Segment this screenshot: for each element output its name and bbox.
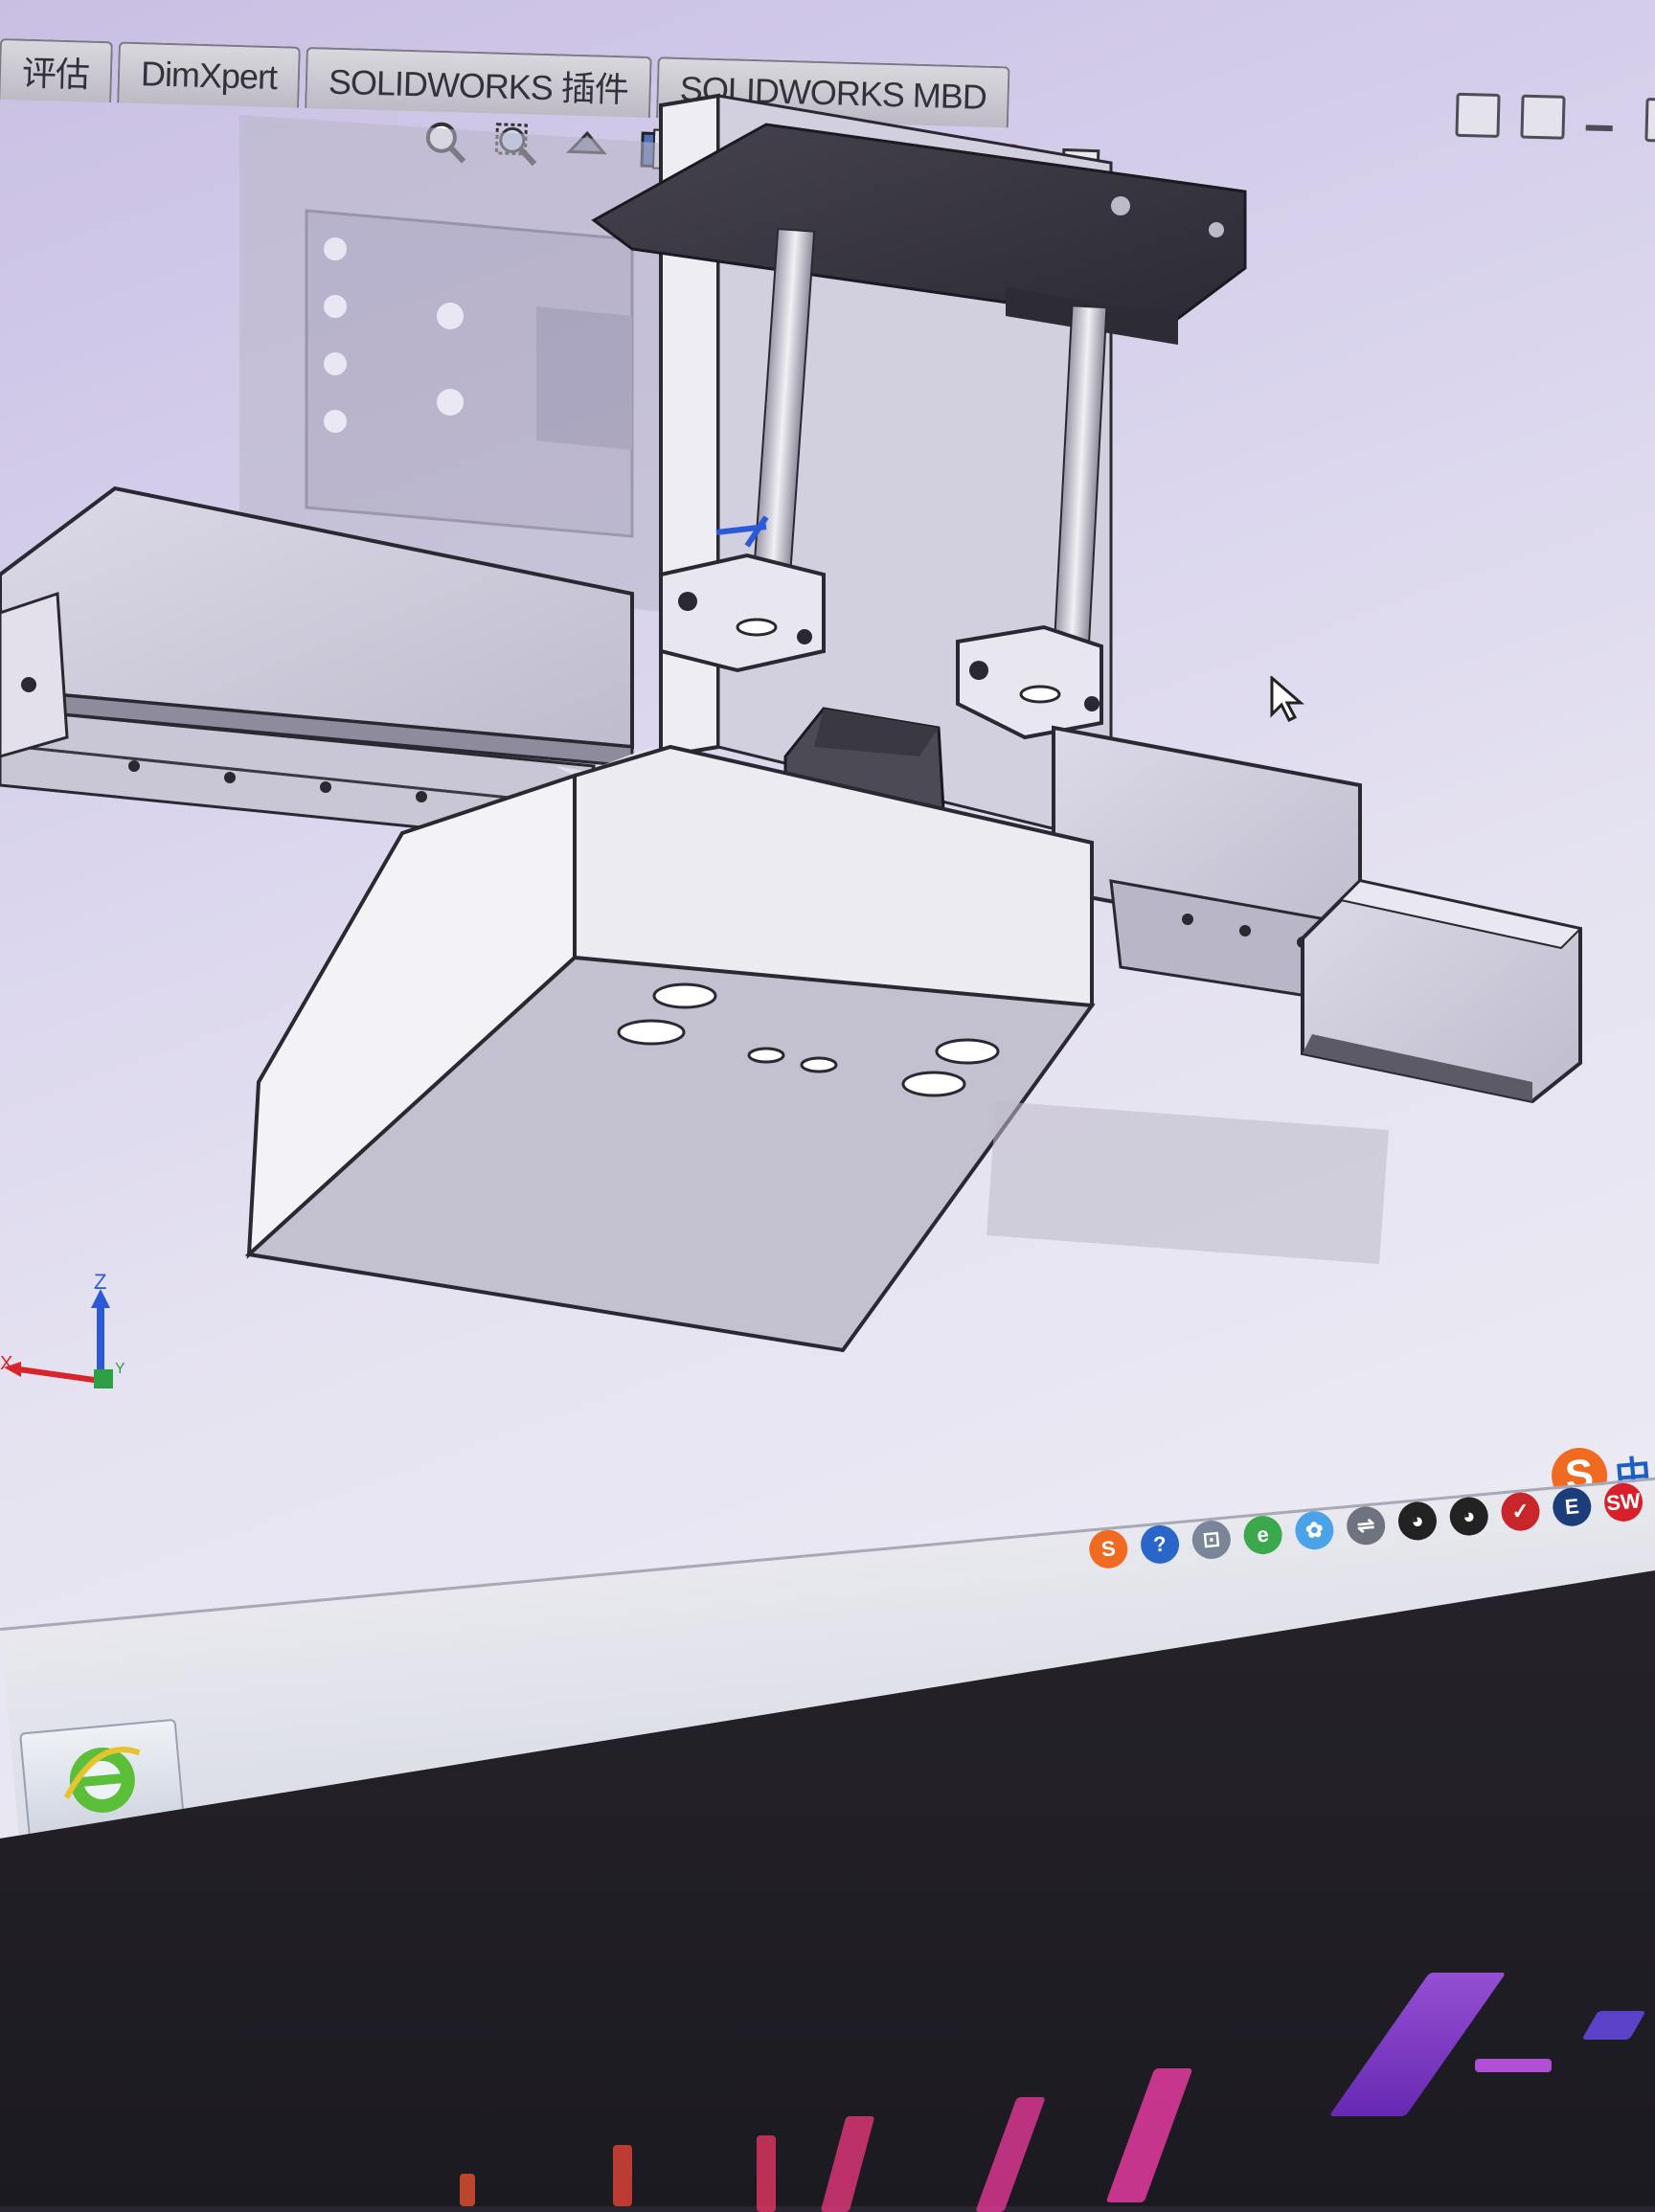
ie-icon [63, 1747, 141, 1813]
keyboard-backlight [613, 2145, 632, 2206]
main-carriage-block[interactable] [244, 744, 1096, 1353]
triad-z-label: Z [94, 1274, 106, 1294]
solidworks-icon[interactable]: SW [1602, 1481, 1644, 1524]
network-icon[interactable]: ⊡ [1190, 1519, 1233, 1561]
ime-bar-icon[interactable]: E [1551, 1485, 1594, 1528]
qq-icon-2[interactable]: ◕ [1448, 1495, 1490, 1538]
keyboard-backlight [757, 2135, 776, 2212]
mouse-cursor-icon [1270, 676, 1304, 723]
sogou-icon[interactable]: S [1087, 1528, 1130, 1570]
solidworks-window: 评估 DimXpert SOLIDWORKS 插件 SOLIDWORKS MBD [0, 0, 1655, 1839]
triad-x-label: X [0, 1353, 12, 1374]
stepper-motor-right[interactable] [1301, 878, 1583, 1104]
ie-icon[interactable]: e [1241, 1514, 1284, 1556]
cloud-app-icon[interactable]: ✿ [1293, 1509, 1336, 1551]
graphics-area[interactable] [0, 0, 1655, 1570]
qq-icon-1[interactable]: ◕ [1396, 1500, 1439, 1543]
triad-y-label: Y [115, 1361, 125, 1377]
keyboard-backlight [460, 2174, 475, 2206]
rod-bracket-left[interactable] [659, 553, 826, 673]
floor-shadow [986, 1101, 1389, 1264]
security-icon[interactable]: ✓ [1499, 1490, 1542, 1533]
keyboard-backlight [1475, 2059, 1552, 2072]
reference-triad: Z X Y [0, 1274, 125, 1388]
help-icon[interactable]: ? [1139, 1524, 1181, 1566]
usb-icon[interactable]: ⇌ [1345, 1504, 1387, 1547]
